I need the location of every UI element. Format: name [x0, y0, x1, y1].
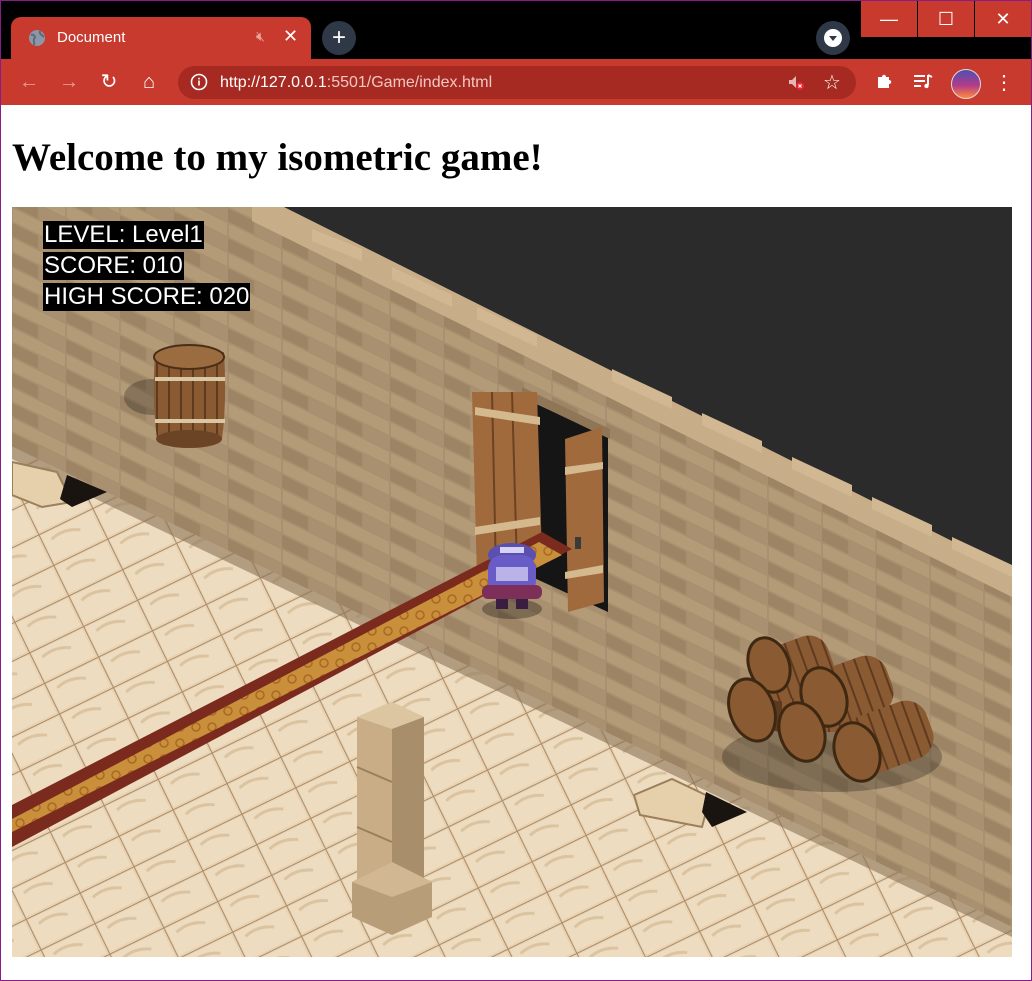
back-icon[interactable]: ← [16, 69, 42, 95]
home-icon[interactable]: ⌂ [136, 69, 162, 95]
info-icon[interactable] [190, 73, 208, 91]
hud-high-score: HIGH SCORE: 020 [43, 283, 251, 311]
sound-blocked-icon[interactable] [786, 72, 806, 92]
forward-icon[interactable]: → [56, 69, 82, 95]
url-path: :5501/Game/index.html [326, 74, 493, 91]
hud-score: SCORE: 010 [43, 252, 184, 280]
game-canvas[interactable]: LEVEL: Level1 SCORE: 010 HIGH SCORE: 020 [12, 207, 1012, 957]
door-latch [575, 537, 581, 549]
browser-window: Document 🔇︎ ✕ + — ☐ ✕ ← → ↻ ⌂ http://127… [0, 0, 1032, 981]
star-icon[interactable]: ☆ [823, 70, 841, 95]
url-host: http://127.0.0.1 [220, 74, 327, 91]
toolbar: ← → ↻ ⌂ http://127.0.0.1:5501/Game/index… [1, 59, 1031, 105]
plus-icon[interactable]: + [322, 21, 356, 55]
player-character[interactable] [482, 543, 542, 619]
title-bar: Document 🔇︎ ✕ + — ☐ ✕ [1, 1, 1031, 59]
close-icon[interactable]: ✕ [283, 26, 298, 47]
profile-avatar[interactable] [951, 69, 981, 99]
media-icon[interactable] [911, 71, 935, 95]
address-bar[interactable]: http://127.0.0.1:5501/Game/index.html ☆ [178, 66, 856, 99]
more-icon[interactable]: ⋮ [992, 71, 1016, 95]
globe-icon [29, 30, 45, 46]
reload-icon[interactable]: ↻ [96, 69, 122, 95]
game-scene [12, 207, 1012, 957]
minimize-icon[interactable]: — [861, 1, 917, 37]
puzzle-icon[interactable] [872, 71, 896, 95]
tab-document[interactable]: Document 🔇︎ ✕ [11, 17, 311, 59]
tab-title: Document [57, 29, 126, 46]
stone-pillar [352, 702, 432, 935]
page-heading: Welcome to my isometric game! [12, 136, 543, 179]
mute-icon[interactable]: 🔇︎ [256, 28, 265, 45]
tab-search-icon[interactable] [816, 21, 850, 55]
maximize-icon[interactable]: ☐ [918, 1, 974, 37]
door-right[interactable] [565, 427, 604, 612]
hud-level: LEVEL: Level1 [43, 221, 204, 249]
url-text[interactable]: http://127.0.0.1:5501/Game/index.html [220, 74, 492, 92]
page-content: Welcome to my isometric game! LEVEL: Lev… [1, 105, 1031, 980]
window-close-icon[interactable]: ✕ [975, 1, 1031, 37]
tab-search-dot [824, 29, 842, 47]
